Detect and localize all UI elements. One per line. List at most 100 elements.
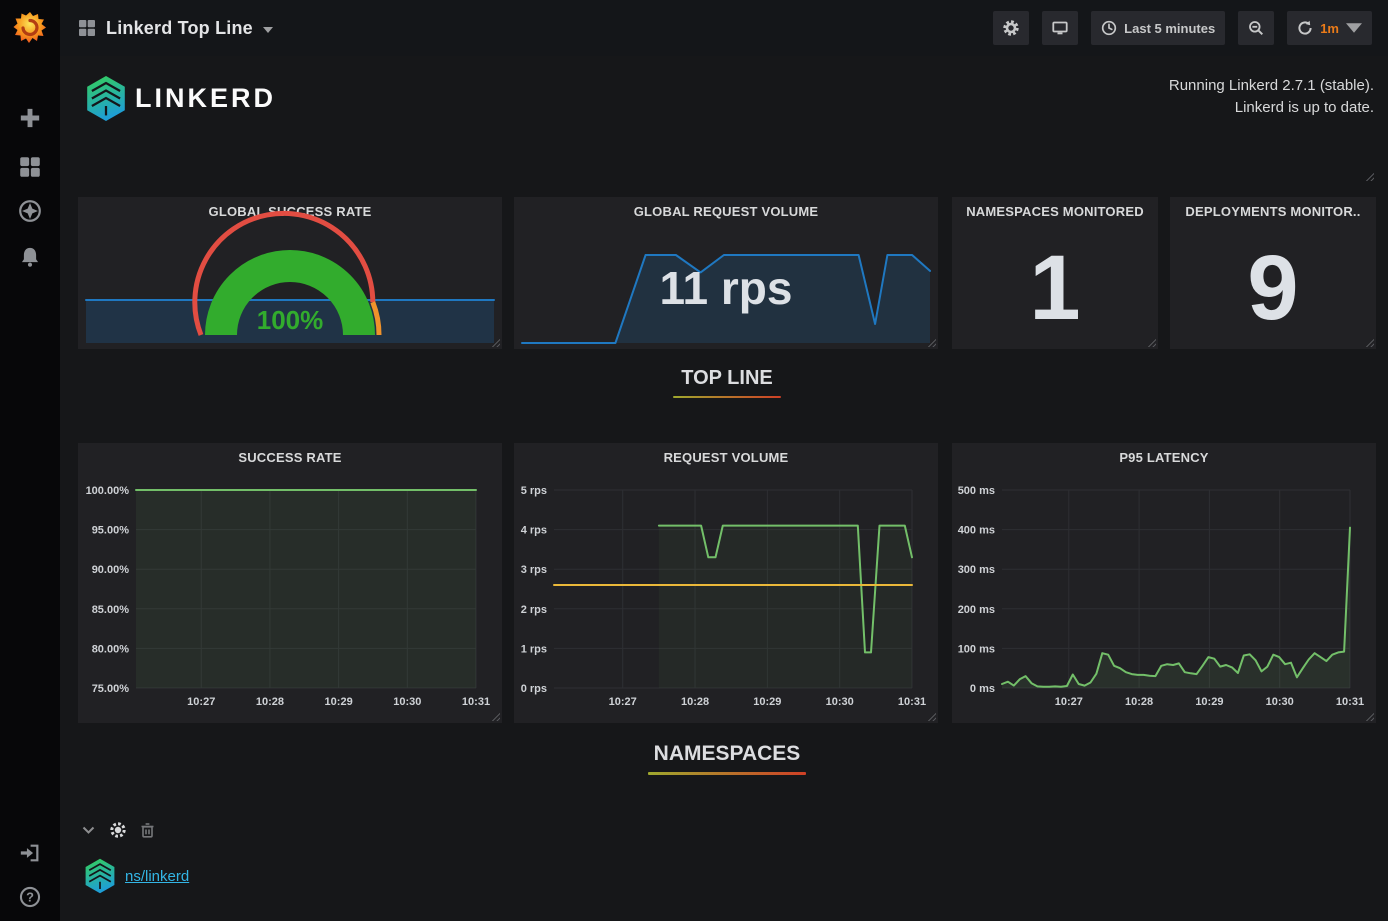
p95-latency-chart-panel: P95 LATENCY 500 ms400 ms300 ms200 ms100 … <box>952 443 1376 723</box>
request-volume-chart[interactable]: 5 rps 4 rps 3 rps 2 rps 1 rps 0 rps 10:27 10:28… <box>514 443 938 723</box>
svg-text:10:27: 10:27 <box>187 696 215 708</box>
dashboard-title[interactable]: Linkerd Top Line <box>106 18 253 39</box>
section-underline <box>673 396 781 398</box>
time-range-picker[interactable]: Last 5 minutes <box>1091 11 1225 45</box>
refresh-caret-icon <box>1346 20 1362 36</box>
svg-text:10:30: 10:30 <box>1266 696 1294 708</box>
svg-text:100 ms: 100 ms <box>958 643 995 655</box>
svg-text:400 ms: 400 ms <box>958 525 995 537</box>
svg-text:10:28: 10:28 <box>681 696 709 708</box>
svg-text:100%: 100% <box>257 305 324 335</box>
svg-text:200 ms: 200 ms <box>958 604 995 616</box>
svg-text:500 ms: 500 ms <box>958 485 995 497</box>
dashboards-icon[interactable] <box>19 156 41 178</box>
settings-button[interactable] <box>993 11 1029 45</box>
row-delete-trash-icon[interactable] <box>141 823 154 838</box>
svg-text:4 rps: 4 rps <box>521 525 547 537</box>
namespace-link[interactable]: ns/linkerd <box>125 868 189 885</box>
global-request-volume-panel: GLOBAL REQUEST VOLUME 11 rps <box>514 197 938 349</box>
explore-icon[interactable] <box>19 200 41 222</box>
svg-text:300 ms: 300 ms <box>958 564 995 576</box>
sidebar: ? <box>0 0 60 921</box>
svg-text:3 rps: 3 rps <box>521 564 547 576</box>
namespaces-section-header: NAMESPACES <box>78 742 1376 775</box>
deployments-monitored-panel: DEPLOYMENTS MONITOR.. 9 <box>1170 197 1376 349</box>
svg-text:10:28: 10:28 <box>256 696 284 708</box>
linkerd-version-status: Running Linkerd 2.7.1 (stable). Linkerd … <box>1169 75 1374 119</box>
p95-latency-chart[interactable]: 500 ms 400 ms 300 ms 200 ms 100 ms 0 ms 10:27 1… <box>952 443 1376 723</box>
gear-icon <box>1003 20 1019 36</box>
panel-title[interactable]: DEPLOYMENTS MONITOR.. <box>1170 204 1376 219</box>
section-title: NAMESPACES <box>78 742 1376 766</box>
clock-icon <box>1101 20 1117 36</box>
svg-text:10:29: 10:29 <box>753 696 781 708</box>
svg-text:75.00%: 75.00% <box>92 683 130 695</box>
refresh-interval-label: 1m <box>1320 21 1339 36</box>
svg-text:0 rps: 0 rps <box>521 683 547 695</box>
monitor-icon <box>1052 20 1068 36</box>
grafana-dashboard: ? Linkerd Top Line Last 5 minutes <box>0 0 1388 921</box>
sign-in-icon[interactable] <box>19 842 41 864</box>
namespace-row: ns/linkerd <box>84 858 189 894</box>
linkerd-logo <box>85 75 127 122</box>
panel-title[interactable]: NAMESPACES MONITORED <box>952 204 1158 219</box>
global-success-rate-panel: GLOBAL SUCCESS RATE 100% <box>78 197 502 349</box>
top-navbar: Linkerd Top Line Last 5 minutes 1m <box>60 0 1388 56</box>
svg-text:85.00%: 85.00% <box>92 604 130 616</box>
panel-resize-handle[interactable] <box>927 712 936 721</box>
svg-text:5 rps: 5 rps <box>521 485 547 497</box>
panel-resize-handle[interactable] <box>491 712 500 721</box>
deployments-monitored-value: 9 <box>1170 227 1376 349</box>
svg-text:?: ? <box>26 889 34 904</box>
svg-text:10:28: 10:28 <box>1125 696 1153 708</box>
success-rate-gauge: 100% <box>78 197 502 349</box>
svg-text:80.00%: 80.00% <box>92 643 130 655</box>
svg-text:10:29: 10:29 <box>1195 696 1223 708</box>
success-rate-chart-panel: SUCCESS RATE 100.00%95.00%90.00%85.00%80… <box>78 443 502 723</box>
svg-text:10:31: 10:31 <box>1336 696 1364 708</box>
section-underline <box>648 772 806 775</box>
row-settings-gear-icon[interactable] <box>110 822 126 838</box>
namespaces-monitored-value: 1 <box>952 227 1158 349</box>
svg-text:10:30: 10:30 <box>826 696 854 708</box>
namespaces-monitored-panel: NAMESPACES MONITORED 1 <box>952 197 1158 349</box>
top-line-section-header: TOP LINE <box>78 367 1376 398</box>
version-line: Running Linkerd 2.7.1 (stable). <box>1169 75 1374 97</box>
help-icon[interactable]: ? <box>19 886 41 908</box>
section-title: TOP LINE <box>78 367 1376 390</box>
panel-resize-handle[interactable] <box>1365 712 1374 721</box>
request-volume-chart-panel: REQUEST VOLUME 5 rps4 rps3 rps2 rps1 rps… <box>514 443 938 723</box>
uptodate-line: Linkerd is up to date. <box>1169 97 1374 119</box>
svg-text:2 rps: 2 rps <box>521 604 547 616</box>
svg-text:95.00%: 95.00% <box>92 525 130 537</box>
row-controls <box>82 822 154 838</box>
dashboard-grid-icon <box>78 19 96 37</box>
svg-text:10:27: 10:27 <box>609 696 637 708</box>
request-volume-value: 11 rps <box>514 227 938 349</box>
alerting-bell-icon[interactable] <box>19 246 41 268</box>
svg-text:10:29: 10:29 <box>325 696 353 708</box>
linkerd-logo-small <box>84 858 116 894</box>
svg-text:100.00%: 100.00% <box>86 485 130 497</box>
svg-text:10:30: 10:30 <box>393 696 421 708</box>
title-caret-icon[interactable] <box>263 27 273 33</box>
panel-resize-handle[interactable] <box>1365 172 1374 181</box>
svg-text:10:31: 10:31 <box>462 696 490 708</box>
tv-mode-button[interactable] <box>1042 11 1078 45</box>
zoom-out-button[interactable] <box>1238 11 1274 45</box>
linkerd-header-panel: LINKERD Running Linkerd 2.7.1 (stable). … <box>78 65 1376 183</box>
svg-text:0 ms: 0 ms <box>970 683 995 695</box>
grafana-logo[interactable] <box>12 10 48 46</box>
refresh-icon <box>1297 20 1313 36</box>
linkerd-wordmark: LINKERD <box>135 83 276 114</box>
svg-text:90.00%: 90.00% <box>92 564 130 576</box>
svg-text:1 rps: 1 rps <box>521 643 547 655</box>
panel-resize-handle[interactable] <box>491 338 500 347</box>
add-icon[interactable] <box>19 107 41 129</box>
zoom-out-icon <box>1248 20 1264 36</box>
success-rate-chart[interactable]: 100.00% 95.00% 90.00% 85.00% 80.00% 75.00% 10:… <box>78 443 502 723</box>
row-collapse-chevron-icon[interactable] <box>82 826 95 834</box>
refresh-button[interactable]: 1m <box>1287 11 1372 45</box>
time-range-label: Last 5 minutes <box>1124 21 1215 36</box>
svg-text:10:27: 10:27 <box>1055 696 1083 708</box>
